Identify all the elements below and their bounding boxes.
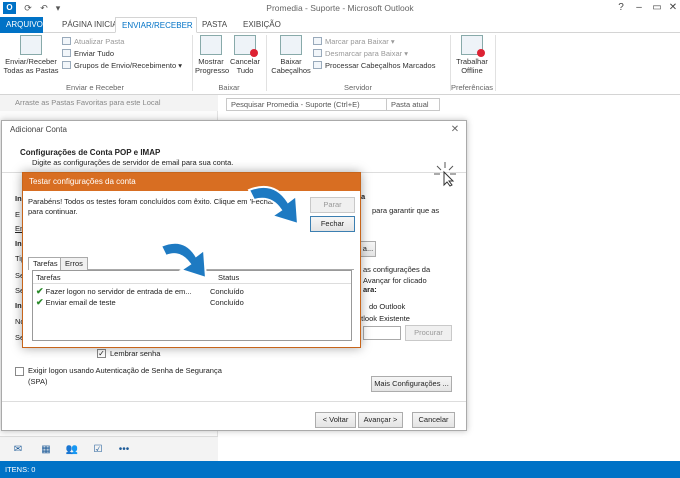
existing-file-input[interactable] [363,326,401,340]
dialog-close-icon[interactable]: ✕ [448,123,462,137]
spa-label: Exigir logon usando Autenticação de Senh… [28,366,222,386]
checkmark-icon [313,61,322,69]
globe-offline-icon [461,35,485,57]
tab-enviar-receber[interactable]: ENVIAR/RECEBER [115,17,197,33]
row-status: Concluído [210,287,244,296]
right-text: as configurações da [363,265,431,274]
annotation-arrow-icon [247,186,300,226]
close-button[interactable]: Fechar [310,216,355,232]
dialog-divider [2,401,466,402]
right-heading-fragment: ara: [363,285,377,294]
browse-button[interactable]: Procurar [405,325,452,341]
test-dialog-title: Testar configurações da conta [23,173,360,191]
dialog-heading: Configurações de Conta POP e IMAP [20,148,161,157]
spa-checkbox[interactable] [15,367,24,376]
cancel-icon [234,35,258,57]
ribbon: Enviar/Receber Todas as Pastas Atualizar… [0,33,680,95]
navigation-bar: ✉ ▦ 👥 ☑ ••• [0,436,218,461]
row-status: Concluído [210,298,244,307]
dialog-subheading: Digite as configurações de servidor de e… [32,158,234,167]
send-receive-icon [20,35,42,55]
right-text: do Outlook [369,302,406,311]
column-header-status: Status [218,273,240,282]
title-bar: O ⟳ ↶ ▾ Promedia - Suporte - Microsoft O… [0,0,680,17]
show-progress-button[interactable]: Mostrar Progresso [195,35,229,75]
mark-download-button[interactable]: Marcar para Baixar ▾ [313,36,453,48]
tab-arquivo[interactable]: ARQUIVO [0,17,43,33]
unmark-download-button[interactable]: Desmarcar para Baixar ▾ [313,48,453,60]
progress-icon [200,35,222,55]
ribbon-separator [192,35,193,91]
dialog-header: Configurações de Conta POP e IMAP Digite… [2,139,466,187]
right-heading-fragment: a [361,192,366,201]
table-row[interactable]: ✔ Fazer logon no servidor de entrada de … [36,286,346,297]
ribbon-separator [495,35,496,91]
field-label: E [15,210,21,219]
cursor-sparkle-icon [434,162,456,187]
minimize-icon[interactable]: – [632,2,646,14]
process-headers-button[interactable]: Processar Cabeçalhos Marcados [313,60,453,72]
field-label: In [15,194,22,203]
back-button[interactable]: < Voltar [315,412,356,428]
group-label-preferences: Preferências [450,83,494,92]
work-offline-button[interactable]: Trabalhar Offline [452,35,492,75]
search-scope-dropdown[interactable]: Pasta atual [386,99,440,110]
favorites-bar: Arraste as Pastas Favoritas para este Lo… [0,95,218,111]
group-label-send-receive: Enviar e Receber [66,83,124,92]
tab-exibicao[interactable]: EXIBIÇÃO [237,17,287,33]
column-header-tasks: Tarefas [36,273,61,282]
group-label-server: Servidor [344,83,372,92]
right-text: utlook Existente [357,314,410,323]
calendar-icon[interactable]: ▦ [39,444,53,456]
unmark-icon [313,49,322,57]
right-text: para garantir que as [372,206,440,215]
mark-icon [313,37,322,45]
more-settings-button[interactable]: Mais Configurações ... [371,376,452,392]
mail-icon[interactable]: ✉ [11,444,25,456]
restore-icon[interactable]: ▭ [650,2,664,14]
send-receive-all-button[interactable]: Enviar/Receber Todas as Pastas [2,35,60,75]
more-icon[interactable]: ••• [116,444,132,456]
dialog-title: Adicionar Conta [10,125,67,134]
status-bar: ITENS: 0 [0,461,680,478]
checkmark-icon: ✔ [36,286,44,296]
send-all-button[interactable]: Enviar Tudo [62,48,182,60]
folder-refresh-icon [62,37,71,45]
send-icon [62,49,71,57]
cancel-button[interactable]: Cancelar [412,412,455,428]
next-button[interactable]: Avançar > [358,412,403,428]
annotation-arrow-icon [159,241,208,280]
download-icon [280,35,302,55]
tasks-icon[interactable]: ☑ [91,444,105,456]
ribbon-separator [266,35,267,91]
tab-tarefas[interactable]: Tarefas [28,257,63,270]
ribbon-tabs: ARQUIVO PÁGINA INICIAL ENVIAR/RECEBER PA… [0,17,680,33]
window-title: Promedia - Suporte - Microsoft Outlook [266,3,414,13]
field-label: In [15,239,22,248]
send-receive-groups-button[interactable]: Grupos de Envio/Recebimento ▾ [62,60,182,72]
field-label: In [15,301,22,310]
group-label-download: Baixar [218,83,240,92]
close-icon[interactable]: ✕ [666,2,680,14]
remember-password-checkbox[interactable]: ✓ [97,349,106,358]
test-account-button[interactable]: a... [360,241,376,257]
cancel-all-button[interactable]: Cancelar Tudo [228,35,262,75]
help-icon[interactable]: ? [614,2,628,14]
tab-pasta[interactable]: PASTA [196,17,233,33]
people-icon[interactable]: 👥 [65,444,79,456]
checkmark-icon: ✔ [36,297,44,307]
download-headers-button[interactable]: Baixar Cabeçalhos [270,35,312,75]
table-row[interactable]: ✔ Enviar email de teste Concluído [36,297,346,308]
groups-icon [62,61,71,69]
remember-password-label: Lembrar senha [110,349,161,358]
update-folder-button[interactable]: Atualizar Pasta [62,36,182,48]
stop-button[interactable]: Parar [310,197,355,213]
tab-erros[interactable]: Erros [60,257,88,270]
